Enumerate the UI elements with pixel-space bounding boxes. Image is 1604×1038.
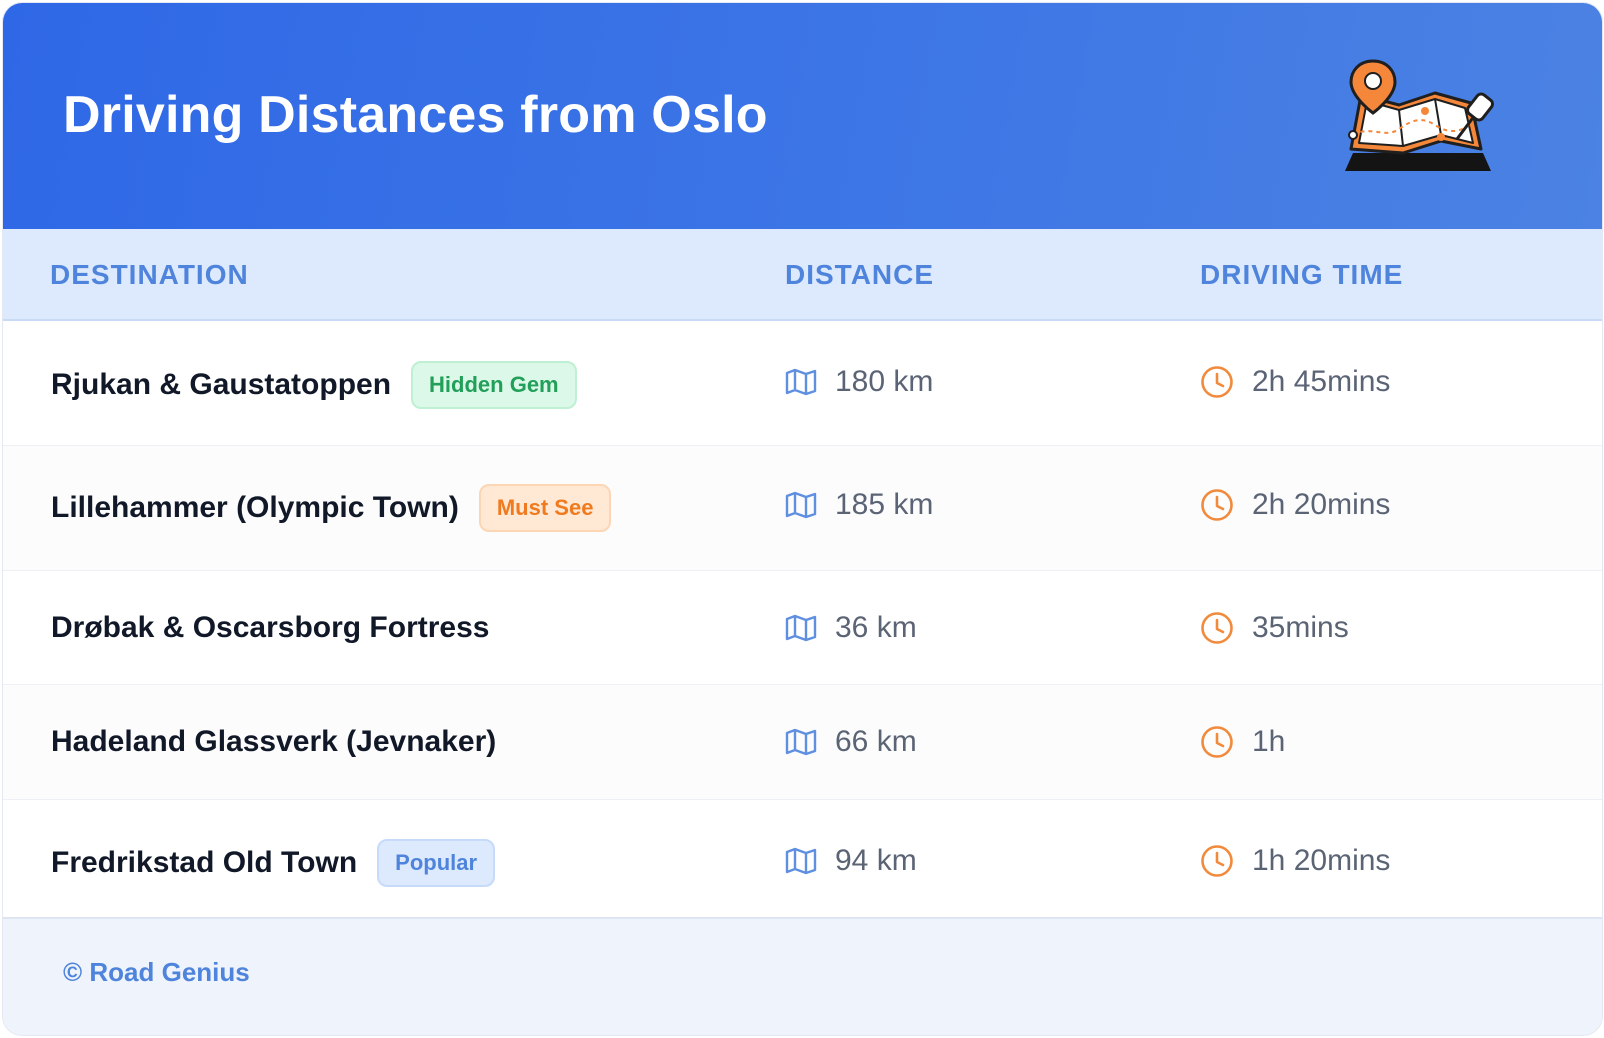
distance-cell: 180 km — [785, 365, 933, 399]
destination-cell: Hadeland Glassverk (Jevnaker) — [51, 725, 496, 759]
distance-cell: 66 km — [785, 725, 917, 759]
distance-table-card: Driving Distances from Oslo DESTINATION … — [2, 2, 1603, 1036]
destination-name: Lillehammer (Olympic Town) — [51, 491, 459, 524]
footer-credit: © Road Genius — [63, 957, 250, 987]
table-row: Fredrikstad Old Town Popular 94 km 1h 20… — [3, 800, 1602, 924]
map-icon — [785, 728, 817, 756]
distance-cell: 94 km — [785, 844, 917, 878]
destination-cell: Rjukan & Gaustatoppen Hidden Gem — [51, 361, 577, 409]
table-header: DESTINATION DISTANCE DRIVING TIME — [3, 229, 1602, 321]
badge-popular: Popular — [377, 839, 496, 887]
time-cell: 2h 20mins — [1200, 488, 1390, 522]
footer: © Road Genius — [3, 917, 1602, 1035]
time-value: 2h 20mins — [1252, 488, 1391, 521]
time-cell: 1h — [1200, 725, 1285, 759]
column-header-destination: DESTINATION — [50, 259, 249, 290]
badge-must-see: Must See — [478, 484, 612, 532]
distance-value: 185 km — [835, 488, 934, 521]
distance-value: 94 km — [835, 844, 917, 877]
column-header-distance: DISTANCE — [785, 259, 935, 290]
map-icon — [785, 368, 817, 396]
clock-icon — [1201, 612, 1233, 644]
destination-name: Fredrikstad Old Town — [51, 846, 358, 879]
distance-value: 66 km — [835, 725, 917, 758]
time-value: 35mins — [1252, 611, 1349, 644]
distance-value: 180 km — [835, 365, 934, 398]
clock-icon — [1201, 726, 1233, 758]
destination-name: Drøbak & Oscarsborg Fortress — [51, 611, 490, 644]
column-header-driving-time: DRIVING TIME — [1200, 259, 1404, 290]
destination-cell: Fredrikstad Old Town Popular — [51, 839, 496, 887]
badge-hidden-gem: Hidden Gem — [411, 361, 577, 409]
map-with-pins-icon — [1345, 59, 1494, 171]
table-row: Lillehammer (Olympic Town) Must See 185 … — [3, 446, 1602, 571]
distance-cell: 185 km — [785, 488, 933, 522]
clock-icon — [1201, 845, 1233, 877]
destination-cell: Drøbak & Oscarsborg Fortress — [51, 611, 489, 645]
time-cell: 2h 45mins — [1200, 365, 1390, 399]
map-icon — [785, 491, 817, 519]
destination-cell: Lillehammer (Olympic Town) Must See — [51, 484, 612, 532]
header-banner: Driving Distances from Oslo — [3, 3, 1602, 229]
map-icon — [785, 847, 817, 875]
time-cell: 35mins — [1200, 611, 1349, 645]
distance-value: 36 km — [835, 611, 917, 644]
clock-icon — [1201, 366, 1233, 398]
clock-icon — [1201, 489, 1233, 521]
table-row: Drøbak & Oscarsborg Fortress 36 km 35min… — [3, 571, 1602, 685]
destination-name: Rjukan & Gaustatoppen — [51, 368, 392, 401]
distance-cell: 36 km — [785, 611, 917, 645]
table-row: Rjukan & Gaustatoppen Hidden Gem 180 km … — [3, 321, 1602, 446]
map-icon — [785, 614, 817, 642]
time-value: 1h — [1252, 725, 1286, 758]
page-title: Driving Distances from Oslo — [63, 86, 768, 144]
time-value: 1h 20mins — [1252, 844, 1391, 877]
table-row: Hadeland Glassverk (Jevnaker) 66 km 1h — [3, 685, 1602, 800]
time-value: 2h 45mins — [1252, 365, 1391, 398]
time-cell: 1h 20mins — [1200, 844, 1390, 878]
destination-name: Hadeland Glassverk (Jevnaker) — [51, 725, 497, 758]
